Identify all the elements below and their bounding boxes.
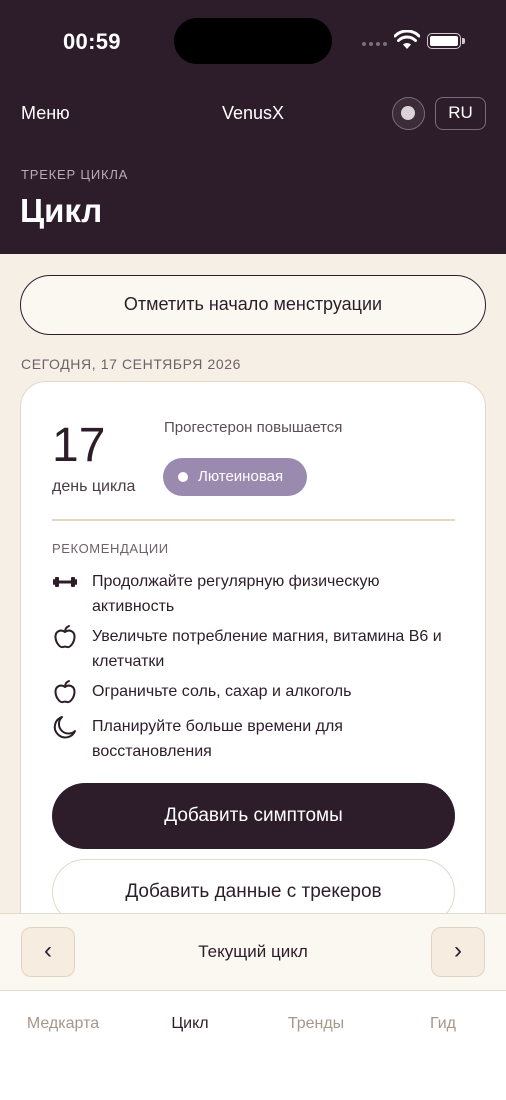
recommendation-text: Ограничьте соль, сахар и алкоголь xyxy=(92,683,352,700)
moon-icon xyxy=(53,716,76,739)
recommendations-title: РЕКОМЕНДАЦИИ xyxy=(52,541,169,556)
cycle-card: 17 день цикла Прогестерон повышается Лют… xyxy=(20,381,486,941)
wifi-icon xyxy=(394,30,420,49)
divider xyxy=(52,519,455,521)
tab-cycle[interactable]: Цикл xyxy=(127,1015,253,1033)
dynamic-island xyxy=(174,18,332,64)
dumbbell-icon xyxy=(53,577,77,587)
status-bar: 00:59 xyxy=(0,0,506,80)
phase-dot-icon xyxy=(178,472,188,482)
tab-bar: Медкарта Цикл Тренды Гид xyxy=(0,991,506,1100)
cycle-day-number: 17 xyxy=(52,419,106,472)
page-title: Цикл xyxy=(20,192,103,229)
language-button[interactable]: RU xyxy=(435,97,486,130)
apple-icon xyxy=(54,625,76,649)
cycle-day-label: день цикла xyxy=(52,478,136,495)
battery-icon xyxy=(427,33,465,49)
apple-icon xyxy=(54,680,76,704)
page-kicker: ТРЕКЕР ЦИКЛА xyxy=(21,167,129,182)
recommendation-text: Увеличьте потребление магния, витамина B… xyxy=(92,628,442,670)
tab-trends[interactable]: Тренды xyxy=(253,1015,379,1033)
hormone-status: Прогестерон повышается xyxy=(164,419,343,436)
next-cycle-button[interactable]: › xyxy=(431,927,485,977)
app-title: VenusX xyxy=(221,103,285,123)
status-time: 00:59 xyxy=(63,29,121,54)
recommendation-text: Продолжайте регулярную физическую активн… xyxy=(92,573,380,615)
cycle-navigator: ‹ Текущий цикл › xyxy=(0,913,506,991)
add-symptoms-button[interactable]: Добавить симптомы xyxy=(52,783,455,849)
tab-medcard[interactable]: Медкарта xyxy=(0,1015,126,1033)
app-header: 00:59 Меню VenusX RU ТРЕКЕР ЦИКЛА Цикл xyxy=(0,0,506,254)
cellular-signal-icon xyxy=(362,42,388,48)
recommendation-text: Планируйте больше времени для восстановл… xyxy=(92,718,343,760)
phase-label: Лютеиновая xyxy=(198,468,284,485)
tab-guide[interactable]: Гид xyxy=(380,1015,506,1033)
date-label: СЕГОДНЯ, 17 СЕНТЯБРЯ 2026 xyxy=(21,356,242,372)
record-toggle-button[interactable] xyxy=(392,97,425,130)
phase-badge: Лютеиновая xyxy=(163,458,307,496)
mark-period-start-button[interactable]: Отметить начало менструации xyxy=(20,275,486,335)
